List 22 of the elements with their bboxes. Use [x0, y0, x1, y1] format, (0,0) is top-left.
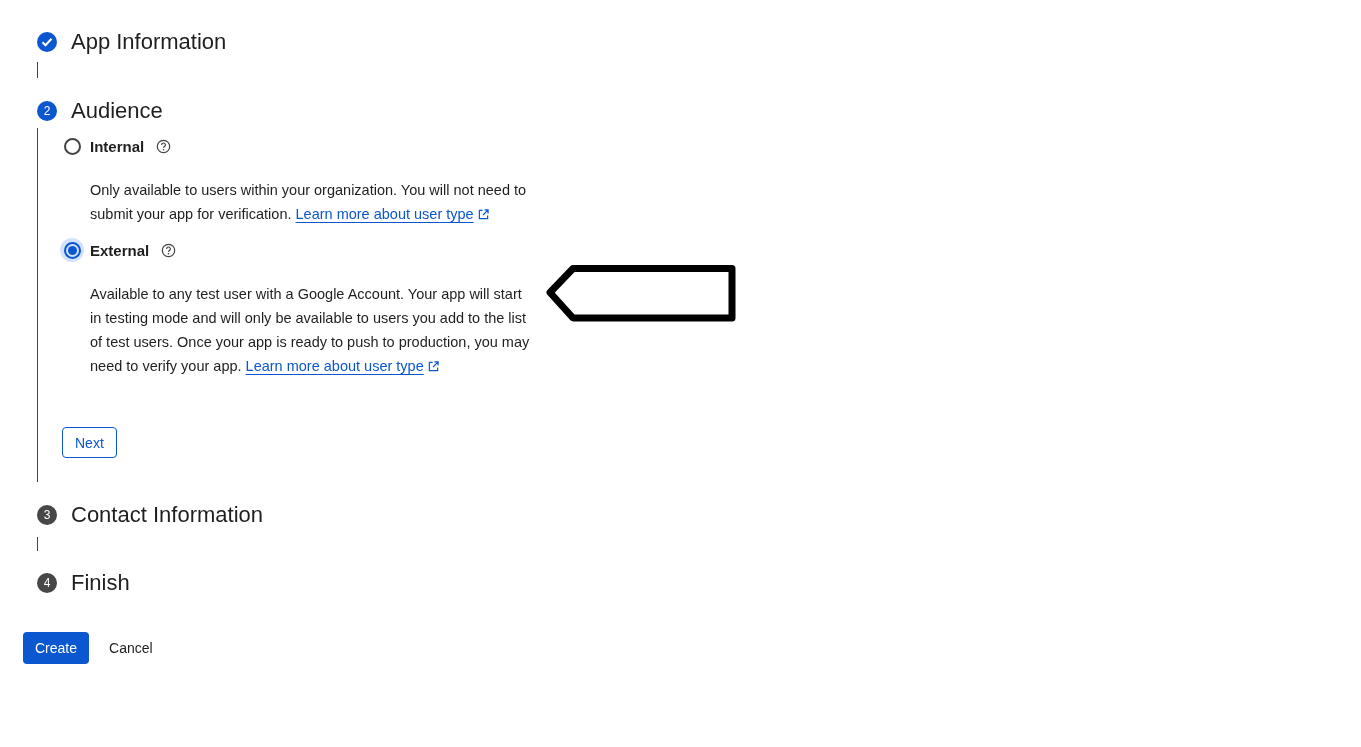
external-link-icon [477, 209, 489, 220]
step-title: Finish [71, 569, 130, 597]
step-number: 4 [37, 573, 57, 593]
option-label: External [90, 241, 150, 259]
step-title: App Information [71, 28, 227, 56]
option-description: Only available to users within your organization. You will not need to submit your app for verification. Learn more about user type [90, 181, 528, 224]
option-label: Internal [90, 137, 145, 155]
next-button[interactable]: Next [62, 427, 117, 458]
radio-button[interactable] [63, 241, 81, 259]
cancel-button[interactable]: Cancel [97, 632, 165, 664]
learn-more-link[interactable]: Learn more about user type [245, 358, 424, 374]
step-title: Contact Information [71, 501, 263, 529]
radio-button[interactable] [63, 137, 81, 155]
step-number: 2 [37, 101, 57, 121]
external-link-icon [427, 361, 439, 372]
help-icon[interactable] [161, 242, 177, 258]
step-title: Audience [71, 97, 163, 125]
create-button[interactable]: Create [23, 632, 90, 664]
help-icon[interactable] [156, 138, 172, 154]
option-description: Available to any test user with a Google Account. Your app will start in testing mode and will only be available to users you add to the list of test users. Once your app is ready to push to production, you may need to verify your app. Learn more about user type [90, 285, 531, 376]
learn-more-link[interactable]: Learn more about user type [295, 206, 474, 222]
step-number: 3 [37, 505, 57, 525]
